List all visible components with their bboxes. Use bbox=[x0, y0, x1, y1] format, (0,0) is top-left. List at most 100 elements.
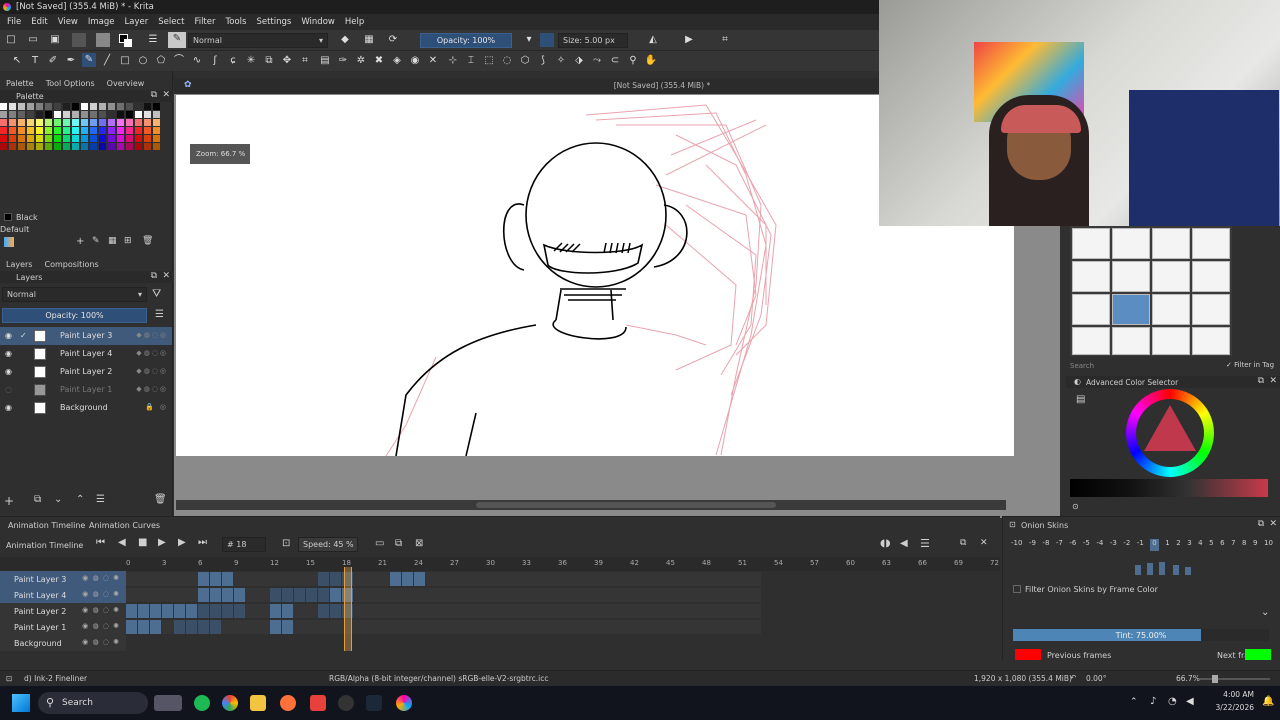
keyframe[interactable] bbox=[210, 572, 221, 586]
onion-frame-number[interactable]: -10 bbox=[1011, 539, 1022, 551]
keyframe[interactable] bbox=[330, 572, 341, 586]
mirror-vertical-icon[interactable]: ▶ bbox=[682, 33, 696, 47]
palette-swatch[interactable] bbox=[126, 135, 133, 142]
timeline-layer-label[interactable]: Paint Layer 2 ◉ ◍ ◌ ✺ bbox=[0, 603, 126, 619]
bezier-tool-icon[interactable]: ∿ bbox=[190, 54, 204, 68]
menu-edit[interactable]: Edit bbox=[26, 17, 52, 27]
spotify-icon[interactable] bbox=[194, 695, 210, 711]
previous-frames-color[interactable] bbox=[1015, 649, 1041, 660]
onion-frame-number[interactable]: -4 bbox=[1096, 539, 1103, 551]
brush-preset-item[interactable] bbox=[1112, 327, 1150, 355]
palette-swatch[interactable] bbox=[144, 119, 151, 126]
lock-icon[interactable]: 🔒 ◎ bbox=[145, 403, 168, 411]
palette-swatch[interactable] bbox=[126, 127, 133, 134]
preserve-alpha-icon[interactable]: ▦ bbox=[362, 33, 376, 47]
palette-swatch[interactable] bbox=[144, 135, 151, 142]
menu-help[interactable]: Help bbox=[340, 17, 369, 27]
select-shapes-icon[interactable]: ↖ bbox=[10, 54, 24, 68]
keyframe[interactable] bbox=[222, 604, 233, 618]
palette-swatch[interactable] bbox=[153, 143, 160, 150]
palette-swatch[interactable] bbox=[135, 103, 142, 110]
taskbar-time[interactable]: 4:00 AM bbox=[1206, 690, 1254, 699]
auto-key-icon[interactable]: ⊠ bbox=[415, 538, 423, 549]
taskbar-date[interactable]: 3/22/2026 bbox=[1198, 703, 1254, 712]
palette-swatch[interactable] bbox=[9, 111, 16, 118]
palette-swatch[interactable] bbox=[36, 127, 43, 134]
frame-range-icon[interactable]: ⊡ bbox=[282, 538, 290, 549]
krita-taskbar-icon[interactable] bbox=[396, 695, 412, 711]
brush-preset-item[interactable] bbox=[1072, 294, 1110, 325]
duplicate-layer-icon[interactable]: ⧉ bbox=[34, 494, 41, 505]
palette-swatch[interactable] bbox=[0, 135, 7, 142]
open-document-icon[interactable]: ▭ bbox=[26, 33, 40, 47]
gradient-preset-icon[interactable] bbox=[72, 33, 86, 47]
float-icon[interactable]: ⧉ bbox=[960, 538, 966, 548]
keyframe[interactable] bbox=[282, 588, 293, 602]
measure-tool-icon[interactable]: ⊹ bbox=[446, 54, 460, 68]
drop-frames-icon[interactable]: ▭ bbox=[375, 538, 384, 549]
palette-swatch[interactable] bbox=[117, 143, 124, 150]
keyframe[interactable] bbox=[198, 572, 209, 586]
keyframe[interactable] bbox=[234, 588, 245, 602]
menu-file[interactable]: File bbox=[2, 17, 26, 27]
rectangle-tool-icon[interactable]: □ bbox=[118, 54, 132, 68]
keyframe[interactable] bbox=[270, 620, 281, 634]
keyframe[interactable] bbox=[402, 572, 413, 586]
close-icon[interactable]: ✕ bbox=[980, 538, 988, 548]
brush-preset-item[interactable] bbox=[1192, 261, 1230, 292]
float-icon[interactable]: ⧉ bbox=[1258, 519, 1264, 529]
widgets-icon[interactable] bbox=[154, 695, 182, 711]
brush-preset-item[interactable] bbox=[1072, 228, 1110, 259]
palette-swatch[interactable] bbox=[63, 127, 70, 134]
keyframe[interactable] bbox=[318, 572, 329, 586]
palette-swatch[interactable] bbox=[18, 135, 25, 142]
palette-swatch[interactable] bbox=[135, 135, 142, 142]
layer-properties-icon[interactable]: ◆◍◌◎ bbox=[136, 331, 168, 339]
delete-layer-icon[interactable]: 🗑 bbox=[154, 494, 167, 505]
pan-tool-icon[interactable]: ✋ bbox=[644, 54, 658, 68]
timeline-layer-label[interactable]: Paint Layer 3 ◉ ◍ ◌ ✺ bbox=[0, 571, 126, 587]
brush-preset-item[interactable] bbox=[1112, 261, 1150, 292]
eye-icon[interactable]: ◉ bbox=[5, 331, 14, 340]
palette-swatch[interactable] bbox=[54, 103, 61, 110]
palette-swatch[interactable] bbox=[0, 111, 7, 118]
palette-swatch[interactable] bbox=[81, 119, 88, 126]
keyframe[interactable] bbox=[198, 620, 209, 634]
onion-frame-number[interactable]: -6 bbox=[1069, 539, 1076, 551]
palette-swatch[interactable] bbox=[108, 111, 115, 118]
playhead[interactable] bbox=[344, 567, 352, 651]
palette-swatch[interactable] bbox=[81, 127, 88, 134]
tab-animation-curves[interactable]: Animation Curves bbox=[89, 521, 160, 530]
palette-swatch[interactable] bbox=[9, 119, 16, 126]
close-icon[interactable]: ✕ bbox=[1269, 519, 1277, 529]
rect-select-icon[interactable]: ⬚ bbox=[482, 54, 496, 68]
keyframe[interactable] bbox=[390, 572, 401, 586]
crop-icon[interactable]: ⌗ bbox=[718, 33, 732, 47]
windows-start-icon[interactable] bbox=[12, 694, 30, 712]
keyframe[interactable] bbox=[294, 588, 305, 602]
play-icon[interactable]: ▶ bbox=[158, 537, 166, 548]
palette-swatch[interactable] bbox=[0, 127, 7, 134]
zoom-tool-icon[interactable]: ⚲ bbox=[626, 54, 640, 68]
keyframe[interactable] bbox=[282, 620, 293, 634]
palette-swatch[interactable] bbox=[54, 119, 61, 126]
palette-swatch[interactable] bbox=[81, 111, 88, 118]
palette-swatch[interactable] bbox=[117, 127, 124, 134]
timeline-layer-label[interactable]: Background ◉ ◍ ◌ ✺ bbox=[0, 635, 126, 651]
notification-icon[interactable]: 🔔 bbox=[1262, 696, 1274, 707]
timeline-row-track[interactable] bbox=[126, 620, 761, 634]
palette-swatch[interactable] bbox=[126, 119, 133, 126]
close-icon[interactable]: ✕ bbox=[1269, 376, 1277, 386]
keyframe[interactable] bbox=[198, 604, 209, 618]
eye-icon[interactable]: ◉ bbox=[5, 403, 14, 412]
palette-swatch[interactable] bbox=[72, 127, 79, 134]
timeline-row[interactable]: Paint Layer 1 ◉ ◍ ◌ ✺ bbox=[0, 619, 1000, 635]
polyline-tool-icon[interactable]: ⌒ bbox=[172, 54, 186, 68]
tab-compositions[interactable]: Compositions bbox=[38, 260, 104, 269]
keyframe[interactable] bbox=[222, 572, 233, 586]
brush-preset-item[interactable] bbox=[1192, 228, 1230, 259]
tab-palette[interactable]: Palette bbox=[0, 79, 40, 88]
onion-frame-number[interactable]: -3 bbox=[1110, 539, 1117, 551]
layer-properties-icon[interactable]: ◆◍◌◎ bbox=[136, 349, 168, 357]
palette-swatch[interactable] bbox=[63, 111, 70, 118]
